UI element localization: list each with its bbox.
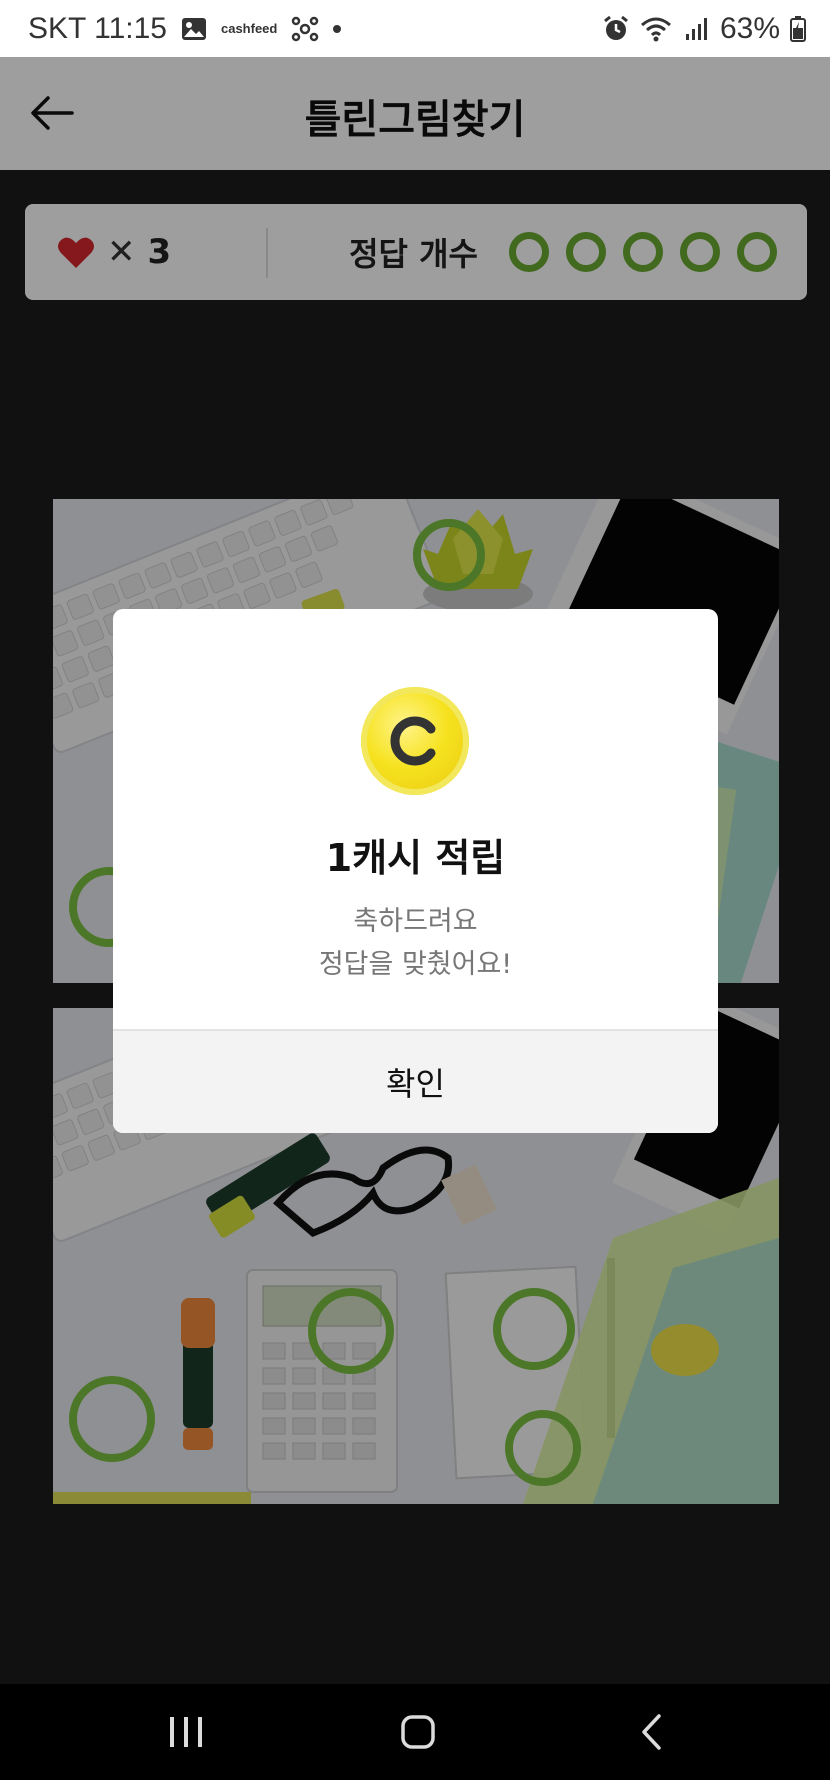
home-icon <box>401 1715 435 1749</box>
gallery-icon <box>181 17 207 41</box>
carrier-time: SKT 11:15 <box>28 12 167 45</box>
wifi-icon <box>640 15 674 43</box>
recent-apps-button[interactable] <box>151 1702 221 1762</box>
back-icon <box>642 1714 661 1750</box>
recent-apps-icon <box>170 1717 202 1747</box>
cash-coin-icon <box>361 687 469 795</box>
nav-back-button[interactable] <box>616 1702 686 1762</box>
alarm-icon <box>602 15 630 43</box>
home-button[interactable] <box>383 1702 453 1762</box>
dialog-title: 1캐시 적립 <box>325 836 506 880</box>
dialog-message-line1: 축하드려요 <box>353 906 478 937</box>
notification-dot-icon <box>333 25 342 33</box>
reward-dialog: 1캐시 적립 축하드려요 정답을 맞췄어요! 확인 <box>113 609 718 1133</box>
status-right: 63% <box>602 12 806 46</box>
system-nav-bar <box>0 1684 830 1780</box>
signal-icon <box>684 16 710 42</box>
confirm-button-label: 확인 <box>386 1065 445 1103</box>
cash-feed-line1: cash <box>220 21 251 36</box>
confirm-button[interactable]: 확인 <box>113 1029 718 1133</box>
dialog-message-line2: 정답을 맞췄어요! <box>318 949 513 980</box>
cash-feed-icon: cash feed <box>220 21 278 36</box>
battery-charging-icon <box>790 16 806 42</box>
status-left: SKT 11:15 cash feed <box>28 12 342 46</box>
cash-feed-line2: feed <box>250 21 278 36</box>
battery-percent: 63% <box>719 12 780 45</box>
status-bar: SKT 11:15 cash feed 63% <box>0 0 830 57</box>
network-share-icon <box>291 15 319 43</box>
